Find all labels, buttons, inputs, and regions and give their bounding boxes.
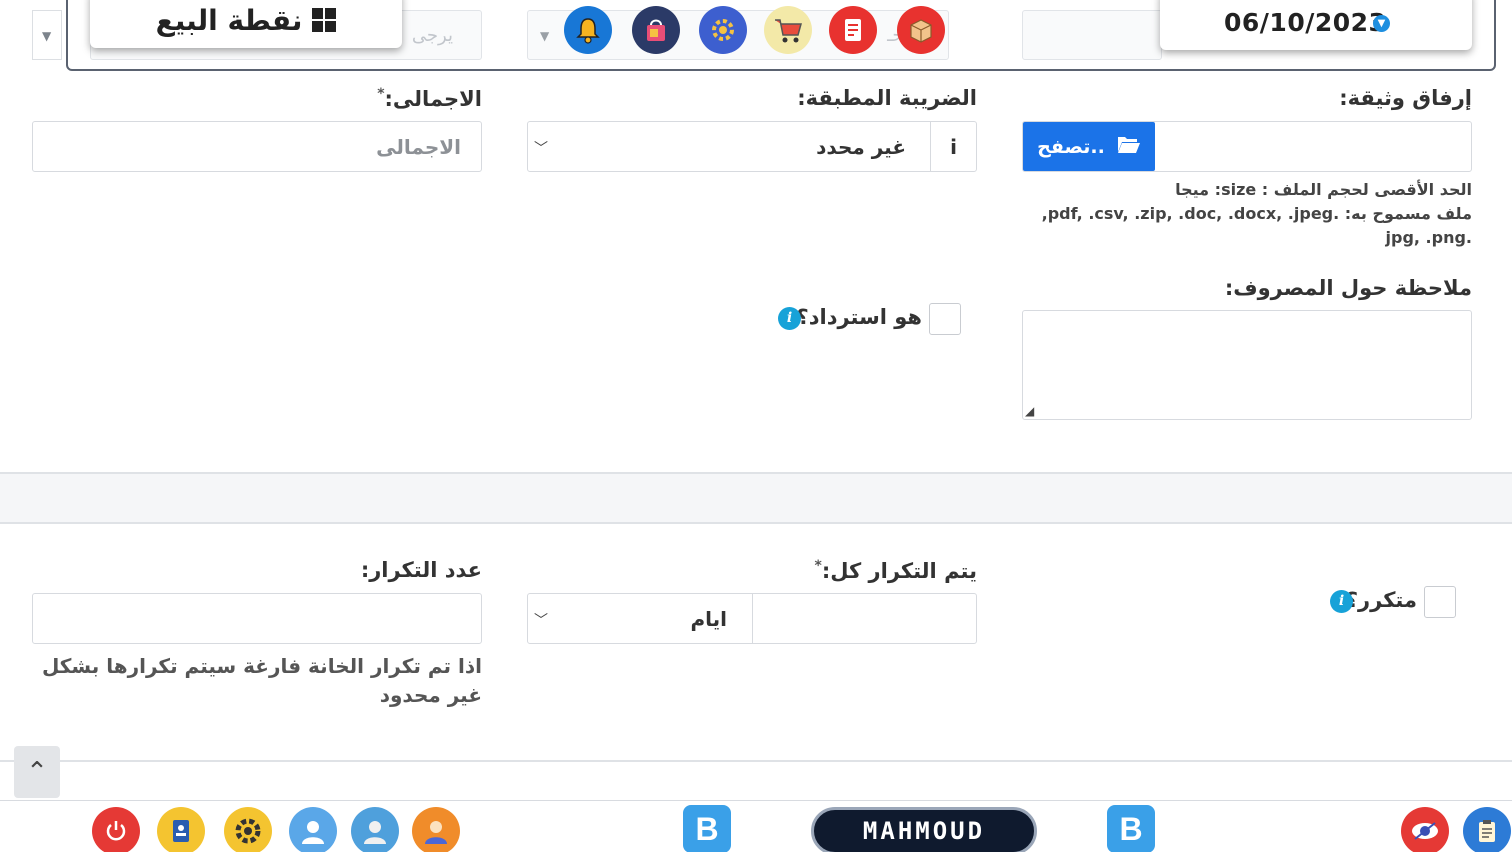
settings-gear-icon[interactable] xyxy=(699,6,747,54)
dropdown-arrow-icon: ▼ xyxy=(42,29,52,43)
cart-icon[interactable] xyxy=(764,6,812,54)
power-icon[interactable] xyxy=(92,807,140,852)
grid-icon xyxy=(312,8,337,32)
refund-checkbox[interactable] xyxy=(929,303,961,335)
total-label: الاجمالى:* xyxy=(377,86,482,111)
recurring-label: متكرر؟ xyxy=(1345,588,1417,612)
b-app-button[interactable]: B xyxy=(1107,805,1155,852)
shopping-bag-icon[interactable] xyxy=(632,6,680,54)
bell-icon[interactable] xyxy=(564,6,612,54)
chevron-down-icon: ﹀ xyxy=(534,613,548,629)
clipboard-icon[interactable] xyxy=(1463,807,1511,852)
folder-open-icon xyxy=(1117,134,1141,159)
section-gap xyxy=(0,474,1512,524)
refund-label: هو استرداد؟ xyxy=(796,305,922,329)
max-size-text: الحد الأقصى لحجم الملف : size: ميجا xyxy=(1175,180,1472,199)
contact-card-icon[interactable] xyxy=(157,807,205,852)
allowed-files-text: ملف مسموح به: .pdf, .csv, .zip, .doc, .d… xyxy=(1041,204,1472,223)
dropdown-arrow-icon: ▼ xyxy=(540,29,550,43)
required-mark: * xyxy=(377,86,385,102)
pos-label: نقطة البيع xyxy=(155,3,303,37)
repeat-unit-select[interactable]: ﹀ ايام xyxy=(527,593,753,644)
document-icon[interactable] xyxy=(829,6,877,54)
repeat-every-label-text: يتم التكرار كل: xyxy=(821,559,977,583)
expense-note-textarea[interactable]: ◢ xyxy=(1022,310,1472,420)
b-app-label: B xyxy=(695,810,719,847)
section-divider xyxy=(0,522,1512,524)
browse-button[interactable]: تصفح.. xyxy=(1023,122,1155,171)
eye-icon[interactable] xyxy=(1401,807,1449,852)
pos-button[interactable]: نقطة البيع xyxy=(90,0,402,48)
bottom-taskbar: B MAHMOUD B xyxy=(0,800,1512,852)
scroll-to-top-button[interactable]: ⌃ xyxy=(14,746,60,798)
chevron-up-icon: ⌃ xyxy=(26,757,48,787)
tax-select-value: غير محدد xyxy=(816,135,906,159)
total-input-placeholder: الاجمالى xyxy=(376,135,461,159)
file-input[interactable]: تصفح.. xyxy=(1022,121,1472,172)
total-input[interactable]: الاجمالى xyxy=(32,121,482,172)
recurring-checkbox[interactable] xyxy=(1424,586,1456,618)
b-app-button[interactable]: B xyxy=(683,805,731,852)
resize-handle-icon[interactable]: ◢ xyxy=(1025,404,1034,418)
repeat-every-label: يتم التكرار كل:* xyxy=(815,558,977,583)
user-icon[interactable] xyxy=(351,807,399,852)
tax-select[interactable]: ﹀ غير محدد i xyxy=(527,121,977,172)
tax-label: الضريبة المطبقة: xyxy=(797,86,977,110)
chevron-down-icon: ﹀ xyxy=(534,141,548,157)
user-icon[interactable] xyxy=(412,807,460,852)
repeat-count-hint: اذا تم تكرار الخانة فارغة سيتم تكرارها ب… xyxy=(41,654,482,707)
info-icon[interactable]: i xyxy=(778,307,801,330)
attach-document-label: إرفاق وثيقة: xyxy=(1339,86,1472,110)
info-icon[interactable]: i xyxy=(1330,590,1353,613)
user-name-badge[interactable]: MAHMOUD xyxy=(811,807,1037,852)
allowed-files-text-2: .jpg, .png xyxy=(1385,228,1473,247)
box-icon[interactable] xyxy=(897,6,945,54)
total-label-text: الاجمالى: xyxy=(384,87,482,111)
expense-note-label: ملاحظة حول المصروف: xyxy=(1224,276,1472,300)
user-name: MAHMOUD xyxy=(862,817,986,845)
info-icon[interactable]: i xyxy=(930,122,976,171)
user-icon[interactable] xyxy=(289,807,337,852)
date-value: 06/10/2023 xyxy=(1224,8,1387,37)
section-divider xyxy=(0,760,1512,762)
chevron-down-circle-icon[interactable]: ▼ xyxy=(1373,15,1390,32)
b-app-label: B xyxy=(1119,810,1143,847)
repeat-interval-input[interactable] xyxy=(752,593,977,644)
repeat-count-label: عدد التكرار: xyxy=(360,558,482,582)
browse-button-label: تصفح.. xyxy=(1037,135,1105,158)
date-input-ghost[interactable] xyxy=(1022,10,1162,60)
required-mark: * xyxy=(814,558,822,574)
repeat-count-input[interactable] xyxy=(32,593,482,644)
repeat-unit-value: ايام xyxy=(690,607,727,631)
collapsed-select[interactable]: ▼ xyxy=(32,10,62,60)
location-select-text: يرجى xyxy=(411,25,453,46)
date-card[interactable]: 06/10/2023 ▼ xyxy=(1160,0,1472,50)
gear-icon[interactable] xyxy=(224,807,272,852)
